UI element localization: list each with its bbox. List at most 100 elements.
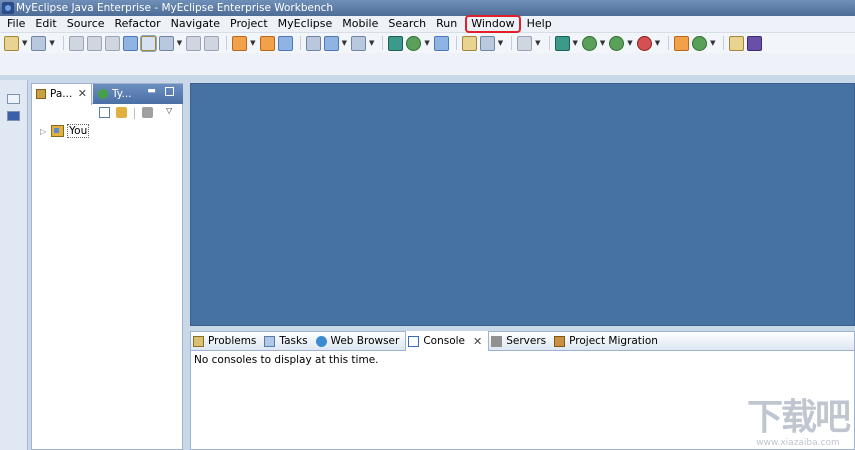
tab-project-migration[interactable]: Project Migration [552,332,664,351]
collapse-all-icon[interactable] [99,107,110,118]
tab-type-hierarchy[interactable]: Ty... [94,84,144,104]
tab-label: Console [423,334,466,347]
report-dropdown-icon[interactable]: ▼ [342,39,347,47]
tree-item-label[interactable]: You [67,124,90,138]
menu-run[interactable]: Run [432,16,463,32]
wand-icon[interactable] [158,35,174,51]
save-all-icon[interactable] [86,35,102,51]
open-type-icon[interactable] [479,35,495,51]
tasks-icon [264,335,276,347]
main-toolbar: ▼ ▼ ▼ ▼ ▼ ▼ ▼ ▼ ▼ ▼ ▼ ▼ ▼ ▼ [0,33,855,53]
refresh-dropdown-icon[interactable]: ▼ [710,39,715,47]
menu-help[interactable]: Help [523,16,558,32]
run-server-icon[interactable] [406,35,422,51]
project-folder-icon [51,125,65,137]
server-dropdown-icon[interactable]: ▼ [250,39,255,47]
menu-mobile[interactable]: Mobile [338,16,384,32]
menu-edit[interactable]: Edit [31,16,62,32]
toolbar-separator [511,36,513,50]
menu-search[interactable]: Search [384,16,432,32]
image-icon[interactable] [350,35,366,51]
tab-servers[interactable]: Servers [489,332,552,351]
new-dropdown-icon[interactable]: ▼ [22,39,27,47]
menu-refactor[interactable]: Refactor [111,16,167,32]
report-icon[interactable] [323,35,339,51]
image-dropdown-icon[interactable]: ▼ [369,39,374,47]
monitor-icon[interactable] [517,35,533,51]
myeclipse-logo-icon [2,2,14,14]
server-icon[interactable] [232,35,248,51]
external-tools-icon[interactable] [636,35,652,51]
tab-problems[interactable]: Problems [191,332,262,351]
new-icon[interactable] [4,35,19,51]
menu-bar: File Edit Source Refactor Navigate Proje… [0,15,855,33]
watermark: 下载吧 www.xiazaiba.com [747,398,851,449]
close-icon[interactable]: ✕ [473,332,482,351]
tab-web-browser[interactable]: Web Browser [314,332,406,351]
new-web-icon[interactable] [31,35,47,51]
link-with-editor-icon[interactable] [116,107,127,118]
problems-icon [193,335,204,347]
back-arrow-icon[interactable] [186,35,202,51]
run-dropdown-icon[interactable]: ▼ [600,39,605,47]
save-icon[interactable] [68,35,84,51]
web-browser-icon [315,335,327,347]
tab-label: Ty... [112,88,132,100]
database-icon[interactable] [305,35,321,51]
package-explorer-toolbar: ▽ [32,104,182,122]
tab-console[interactable]: Console ✕ [405,331,490,351]
deploy-icon[interactable] [122,35,138,51]
menu-file[interactable]: File [3,16,31,32]
debug-dropdown-icon[interactable]: ▼ [573,39,578,47]
new-java-project-icon[interactable] [674,35,690,51]
close-icon[interactable]: ✕ [78,84,87,104]
run-icon[interactable] [581,35,597,51]
tab-tasks[interactable]: Tasks [262,332,313,351]
menu-project[interactable]: Project [226,16,274,32]
new-web-dropdown-icon[interactable]: ▼ [49,39,54,47]
tab-label: Tasks [279,334,308,347]
editor-area[interactable] [190,83,855,326]
type-hierarchy-icon [98,89,108,99]
refresh-icon[interactable] [692,35,708,51]
coverage-icon[interactable] [609,35,625,51]
coverage-dropdown-icon[interactable]: ▼ [627,39,632,47]
package-explorer-icon [36,89,46,99]
mobile-icon[interactable] [388,35,404,51]
wand-dropdown-icon[interactable]: ▼ [177,39,182,47]
open-folder-icon[interactable] [729,35,745,51]
toggle-view-icon[interactable] [139,34,157,52]
globe-icon[interactable] [433,35,449,51]
console-message: No consoles to display at this time. [194,354,379,366]
window-title: MyEclipse Java Enterprise - MyEclipse En… [16,2,334,14]
tab-label: Problems [208,334,257,347]
toolbar-separator [62,36,64,50]
expand-arrow-icon[interactable]: ▷ [40,127,46,136]
forward-arrow-icon[interactable] [204,35,220,51]
debug-icon[interactable] [554,35,570,51]
menu-window[interactable]: Window [465,15,521,33]
package-icon[interactable] [259,35,275,51]
monitor-dropdown-icon[interactable]: ▼ [535,39,540,47]
view-menu-icon[interactable]: ▽ [166,106,177,117]
restore-icon[interactable] [7,94,20,104]
run-server-dropdown-icon[interactable]: ▼ [424,39,429,47]
menu-myeclipse[interactable]: MyEclipse [274,16,339,32]
print-icon[interactable] [104,35,120,51]
menu-navigate[interactable]: Navigate [167,16,226,32]
maximize-icon[interactable] [165,87,174,96]
filter-icon[interactable] [142,107,153,118]
toolbar-separator [455,36,457,50]
external-tools-dropdown-icon[interactable]: ▼ [655,39,660,47]
watermark-url: www.xiazaiba.com [756,438,840,448]
menu-source[interactable]: Source [63,16,111,32]
tree-item[interactable]: ▷ You [40,124,90,138]
minimize-icon[interactable]: ▬ [147,87,156,96]
open-type-dropdown-icon[interactable]: ▼ [498,39,503,47]
left-trim-stack [0,80,28,450]
perspective-icon[interactable] [747,35,763,51]
tab-package-explorer[interactable]: Pa... ✕ [32,84,92,105]
new-class-icon[interactable] [461,35,477,51]
cube-icon[interactable] [277,35,293,51]
minimized-view-icon[interactable] [7,111,20,121]
